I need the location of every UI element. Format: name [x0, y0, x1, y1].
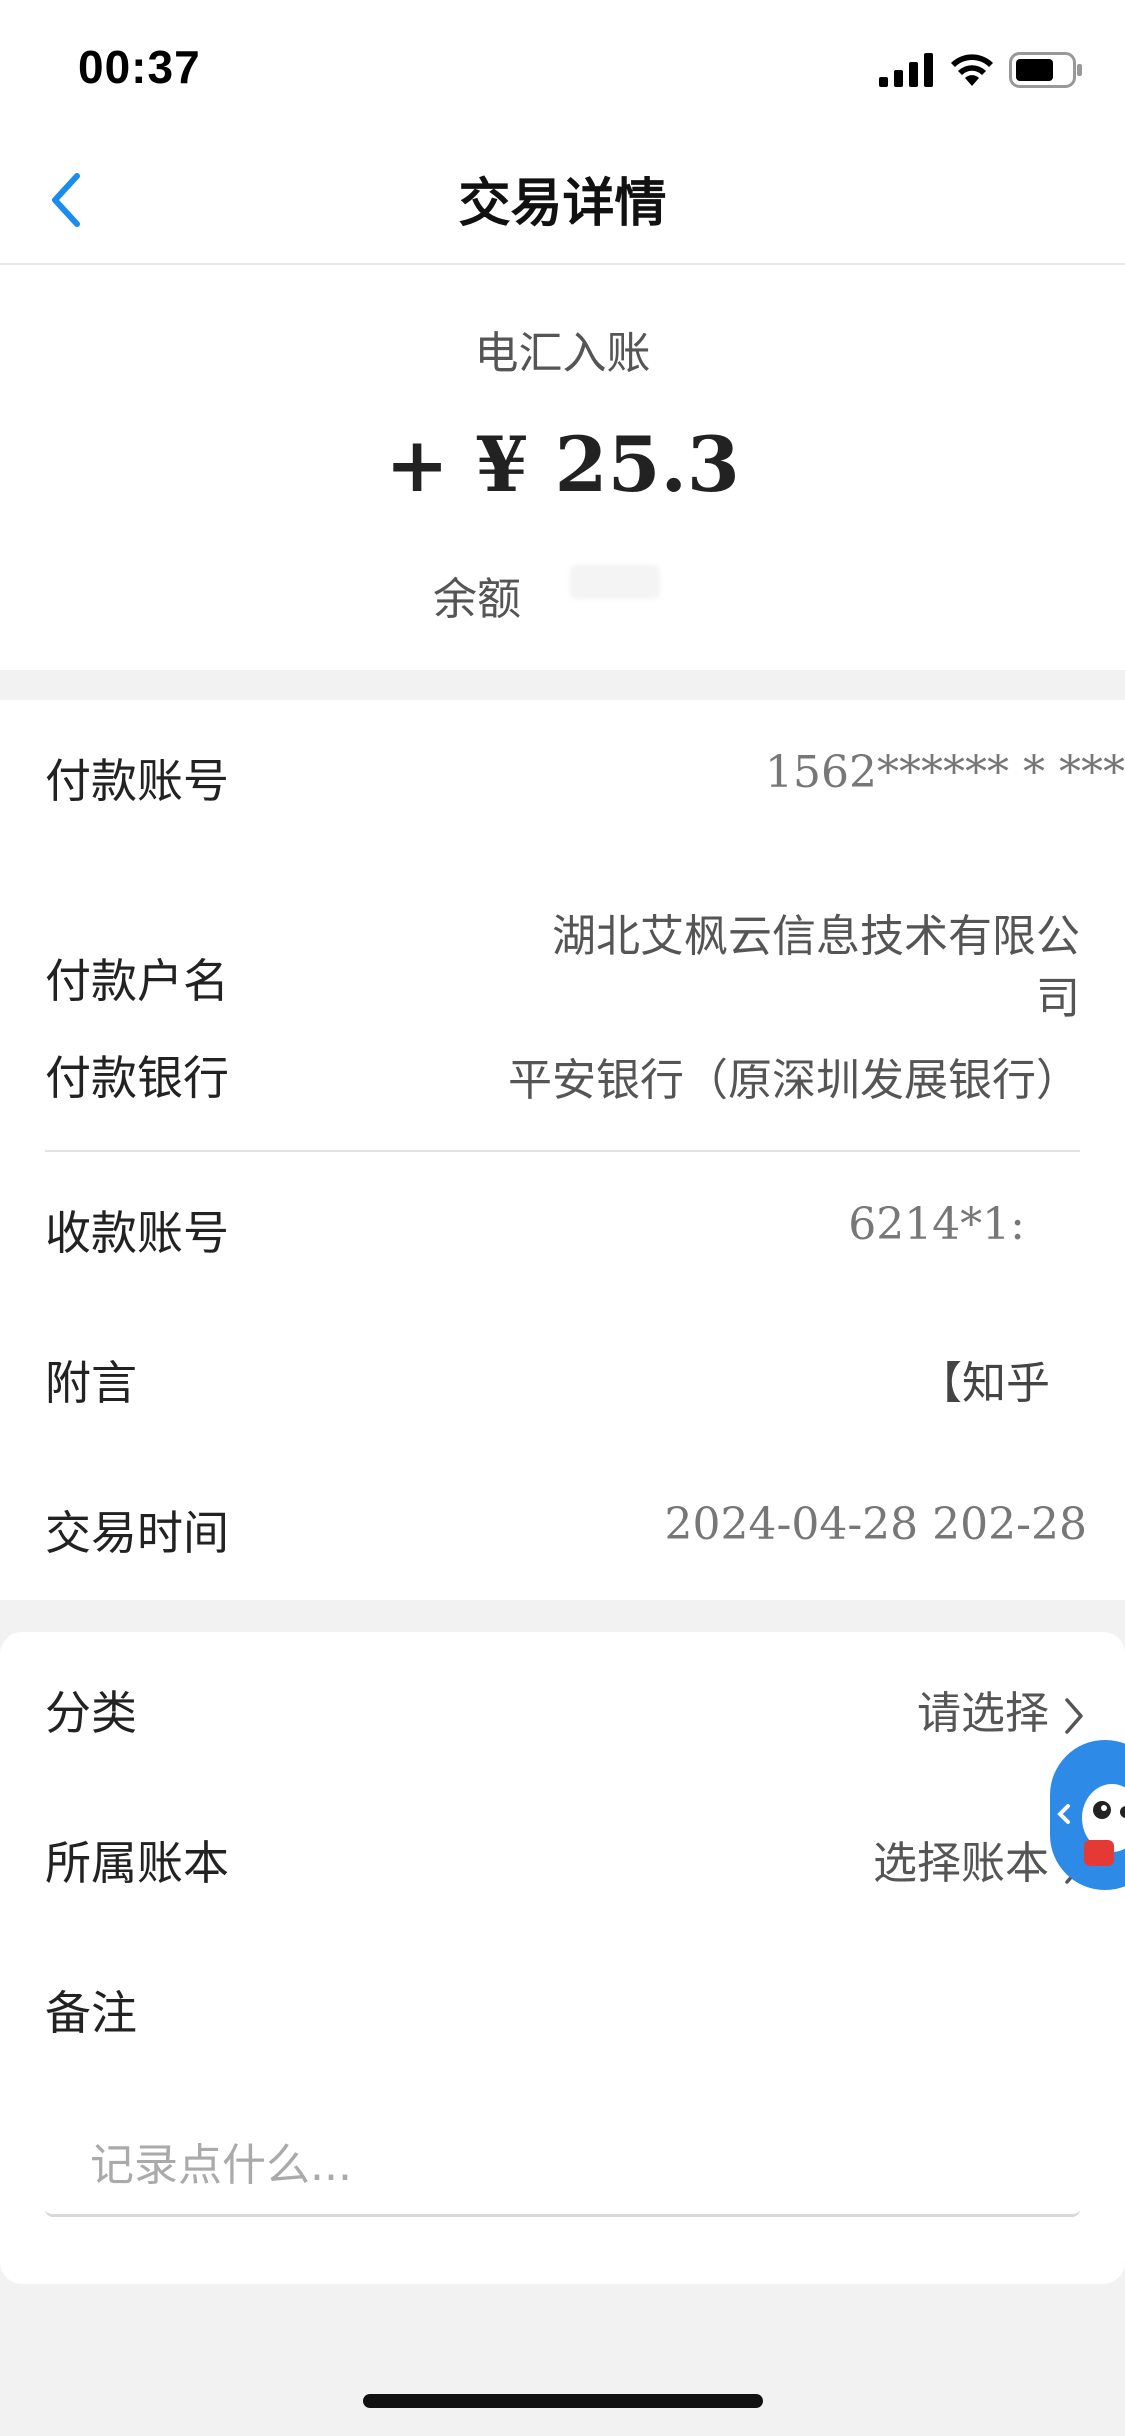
- payee-account-value: 6214*1:: [848, 1199, 1025, 1250]
- payer-account-label: 付款账号: [45, 754, 229, 808]
- detail-row-payee-account: 收款账号 6214*1:: [0, 1152, 1125, 1302]
- transaction-amount: + ¥ 25.3: [385, 420, 740, 509]
- transaction-type: 电汇入账: [474, 328, 651, 379]
- payer-bank-value: 平安银行（原深圳发展银行）: [508, 1055, 1080, 1106]
- category-row[interactable]: 分类 请选择: [0, 1632, 1125, 1782]
- ledger-row[interactable]: 所属账本 选择账本: [0, 1782, 1125, 1932]
- note-input[interactable]: [45, 2117, 1080, 2214]
- note-row: 备注: [0, 1932, 1125, 2082]
- status-time: 00:37: [78, 41, 201, 93]
- detail-row-time: 交易时间 2024-04-28 202-28: [0, 1452, 1125, 1602]
- ledger-value: 选择账本: [873, 1838, 1049, 1889]
- page-title: 交易详情: [458, 174, 667, 234]
- bookkeeping-card: 分类 请选择 所属账本 选择账本 备注: [0, 1632, 1125, 2284]
- memo-value: 【知乎: [918, 1358, 1050, 1409]
- signal-icon: [879, 53, 933, 87]
- detail-row-payer-name: 付款户名 湖北艾枫云信息技术有限公 司: [0, 850, 1125, 1024]
- payer-account-value: 1562****** * ***: [765, 747, 1125, 798]
- balance-label: 余额: [433, 574, 521, 625]
- memo-label: 附言: [45, 1356, 137, 1410]
- category-label: 分类: [45, 1686, 137, 1740]
- battery-icon: [1009, 52, 1082, 88]
- payee-account-label: 收款账号: [45, 1206, 229, 1260]
- detail-row-memo: 附言 【知乎: [0, 1302, 1125, 1452]
- transaction-time-label: 交易时间: [45, 1506, 229, 1560]
- transaction-summary: 电汇入账 + ¥ 25.3 余额: [0, 265, 1125, 670]
- assistant-mascot-icon: [1050, 1760, 1125, 1870]
- category-value: 请选择: [917, 1688, 1049, 1739]
- transaction-time-value: 2024-04-28 202-28: [664, 1499, 1087, 1550]
- note-field: [45, 2117, 1080, 2217]
- status-bar: 00:37: [0, 0, 1125, 135]
- home-indicator[interactable]: [363, 2394, 763, 2408]
- nav-bar: 交易详情: [0, 135, 1125, 265]
- category-picker[interactable]: 请选择: [917, 1677, 1085, 1741]
- payer-bank-label: 付款银行: [45, 1051, 229, 1105]
- payer-name-value: 湖北艾枫云信息技术有限公: [552, 911, 1080, 962]
- note-label: 备注: [45, 1986, 137, 2040]
- transaction-details-card: 付款账号 1562****** * *** 付款户名 湖北艾枫云信息技术有限公 …: [0, 700, 1125, 1600]
- ledger-label: 所属账本: [45, 1836, 229, 1890]
- detail-row-payer-account: 付款账号 1562****** * ***: [0, 700, 1125, 850]
- status-icons: [879, 50, 1083, 90]
- wifi-icon: [951, 54, 993, 86]
- chevron-right-icon: [1065, 1698, 1083, 1734]
- balance-value-masked: [570, 565, 660, 599]
- detail-row-payer-bank: 付款银行 平安银行（原深圳发展银行）: [0, 1000, 1125, 1150]
- floating-assistant-button[interactable]: [1050, 1740, 1125, 1890]
